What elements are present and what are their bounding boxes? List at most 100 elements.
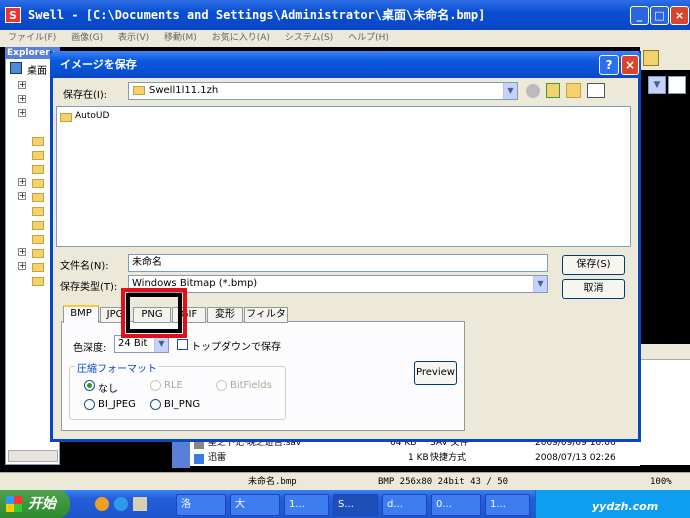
radio-rle[interactable] (150, 380, 161, 391)
folder-item-autoud[interactable]: AutoUD (75, 111, 109, 121)
status-info: BMP 256x80 24bit 43 / 50 (378, 477, 509, 487)
folder-icon[interactable] (32, 221, 44, 230)
taskbar-button[interactable]: 1... (284, 494, 329, 516)
filename-label: 文件名(N): (60, 261, 109, 272)
list-header[interactable] (640, 344, 690, 360)
tree-expand-icon[interactable]: + (18, 192, 26, 200)
folder-icon[interactable] (32, 249, 44, 258)
topdown-checkbox[interactable] (177, 339, 188, 350)
folder-icon[interactable] (32, 263, 44, 272)
taskbar-button[interactable]: 1... (485, 494, 530, 516)
folder-icon (60, 113, 72, 122)
new-folder-icon[interactable] (566, 83, 581, 98)
menu-favorites[interactable]: お気に入り(A) (212, 33, 270, 43)
menu-view[interactable]: 表示(V) (118, 33, 149, 43)
tree-expand-icon[interactable]: + (18, 262, 26, 270)
depth-value: 24 Bit (118, 338, 148, 349)
radio-bitfields-label: BitFields (230, 380, 272, 391)
file-date: 2008/07/13 02:26 (535, 453, 616, 463)
ie-icon[interactable] (114, 497, 128, 511)
radio-bitfields[interactable] (216, 380, 227, 391)
preview-button[interactable]: Preview (414, 361, 457, 385)
tree-expand-icon[interactable]: + (18, 248, 26, 256)
file-size: 1 KB (408, 453, 429, 463)
taskbar-button[interactable]: 0... (431, 494, 481, 516)
minimize-button[interactable]: _ (630, 6, 649, 25)
radio-bi-png[interactable] (150, 399, 161, 410)
file-name: 迅雷 (208, 453, 227, 463)
radio-bi-png-label: BI_PNG (164, 399, 201, 410)
chevron-down-icon[interactable]: ▼ (533, 276, 547, 292)
folder-icon[interactable] (32, 137, 44, 146)
taskbar-button[interactable]: 洛 (176, 494, 226, 516)
menu-bar: ファイル(F) 画像(G) 表示(V) 移動(M) お気に入り(A) システム(… (0, 30, 690, 47)
view-icon[interactable] (668, 76, 686, 94)
folder-icon[interactable] (32, 165, 44, 174)
file-type: 快捷方式 (430, 453, 467, 463)
folder-icon[interactable] (32, 151, 44, 160)
quicklaunch-icon[interactable] (95, 497, 109, 511)
cancel-button[interactable]: 取消 (562, 279, 625, 299)
taskbar-button[interactable]: d... (382, 494, 427, 516)
filetype-select[interactable]: Windows Bitmap (*.bmp) ▼ (128, 275, 548, 293)
app-icon: S (5, 7, 21, 23)
filetype-label: 保存类型(T): (60, 282, 118, 293)
tab-transform[interactable]: 変形 (207, 307, 243, 323)
back-icon[interactable] (526, 84, 540, 98)
menu-system[interactable]: システム(S) (285, 33, 333, 43)
help-button[interactable]: ? (599, 55, 619, 75)
tree-expand-icon[interactable]: + (18, 109, 26, 117)
radio-none[interactable] (84, 380, 95, 391)
menu-image[interactable]: 画像(G) (71, 33, 103, 43)
chevron-down-icon[interactable]: ▼ (503, 83, 517, 99)
folder-up-icon[interactable] (643, 50, 659, 66)
tab-filter[interactable]: フィルタ (244, 307, 288, 323)
explorer-root-label[interactable]: 桌面 (27, 62, 47, 77)
status-bar: 未命名.bmp BMP 256x80 24bit 43 / 50 100% (0, 472, 690, 490)
folder-icon[interactable] (32, 179, 44, 188)
xunlei-icon (194, 454, 204, 464)
file-list-area[interactable] (640, 360, 690, 465)
save-in-select[interactable]: Swell1l11.1zh ▼ (128, 82, 518, 100)
save-in-label: 保存在(I): (63, 90, 108, 101)
taskbar-button[interactable]: S... (333, 494, 378, 516)
menu-help[interactable]: ヘルプ(H) (348, 33, 389, 43)
tab-bmp[interactable]: BMP (63, 305, 99, 323)
folder-list[interactable]: AutoUD (56, 106, 631, 247)
dialog-close-button[interactable]: × (621, 55, 639, 75)
menu-move[interactable]: 移動(M) (164, 33, 197, 43)
save-in-value: Swell1l11.1zh (149, 85, 219, 96)
quicklaunch-icon[interactable] (133, 497, 147, 511)
main-close-button[interactable]: × (670, 6, 689, 25)
filename-input[interactable]: 未命名 (128, 254, 548, 272)
folder-icon[interactable] (32, 235, 44, 244)
radio-rle-label: RLE (164, 380, 183, 391)
watermark: yydzh.com (592, 500, 659, 513)
radio-bi-jpeg[interactable] (84, 399, 95, 410)
compression-legend: 圧縮フォーマット (75, 360, 159, 375)
folder-icon[interactable] (32, 207, 44, 216)
tree-expand-icon[interactable]: + (18, 178, 26, 186)
radio-none-label: なし (98, 384, 118, 395)
folder-icon[interactable] (32, 277, 44, 286)
chevron-down-icon[interactable]: ▼ (648, 76, 666, 94)
folder-icon (133, 86, 145, 95)
dialog-title: イメージを保存 (50, 51, 641, 78)
windows-logo-icon (6, 496, 22, 512)
taskbar-button[interactable]: 大 (230, 494, 280, 516)
tree-expand-icon[interactable]: + (18, 95, 26, 103)
table-row[interactable]: 迅雷 1 KB 快捷方式 2008/07/13 02:26 (190, 451, 640, 466)
maximize-button[interactable]: □ (650, 6, 669, 25)
tree-expand-icon[interactable]: + (18, 81, 26, 89)
explorer-scrollbar[interactable] (8, 450, 58, 462)
chevron-down-icon[interactable]: ▼ (154, 336, 168, 352)
save-button[interactable]: 保存(S) (562, 255, 625, 275)
main-window-title: Swell - [C:\Documents and Settings\Admin… (0, 0, 690, 30)
radio-bi-jpeg-label: BI_JPEG (98, 399, 136, 410)
folder-icon[interactable] (32, 193, 44, 202)
menu-file[interactable]: ファイル(F) (8, 33, 56, 43)
highlight-box-black (126, 293, 182, 333)
view-menu-icon[interactable] (587, 83, 605, 98)
status-zoom: 100% (650, 477, 672, 487)
up-folder-icon[interactable] (546, 83, 560, 98)
